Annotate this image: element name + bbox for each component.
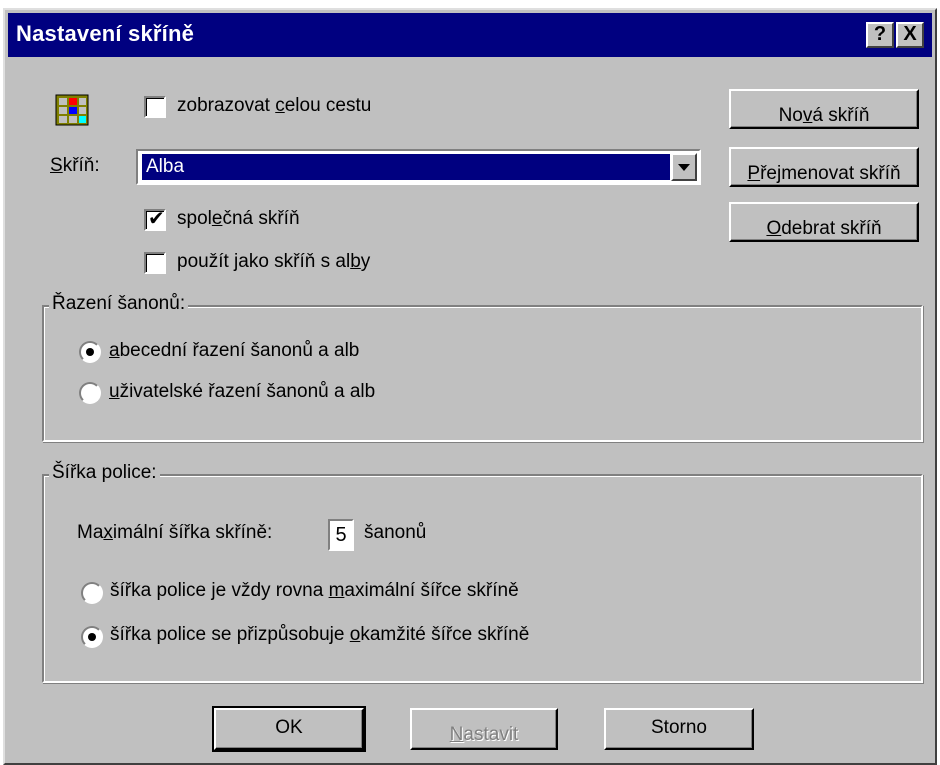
shelf-width-group-title: Šířka police: bbox=[49, 462, 160, 484]
show-full-path-label[interactable]: zobrazovat celou cestu bbox=[177, 95, 371, 117]
cabinet-icon bbox=[55, 94, 89, 126]
width-adapt-label[interactable]: šířka police se přizpůsobuje okamžité ší… bbox=[110, 624, 529, 646]
cabinet-select-value[interactable]: Alba bbox=[142, 154, 670, 180]
shelf-width-group bbox=[42, 474, 923, 683]
cabinet-label: Skříň: bbox=[50, 155, 100, 176]
show-full-path-checkbox[interactable] bbox=[144, 96, 166, 118]
width-always-max-radio[interactable] bbox=[81, 582, 103, 604]
chevron-down-icon bbox=[678, 164, 690, 171]
cabinet-select[interactable]: Alba bbox=[136, 149, 701, 185]
sort-user-defined-label[interactable]: uživatelské řazení šanonů a alb bbox=[109, 381, 375, 403]
dialog-title: Nastavení skříně bbox=[16, 21, 195, 46]
sort-user-defined-radio[interactable] bbox=[79, 382, 101, 404]
help-button[interactable]: ? bbox=[866, 22, 894, 48]
rename-cabinet-button[interactable]: Přejmenovat skříň bbox=[729, 147, 919, 187]
sort-alphabetical-radio[interactable] bbox=[79, 341, 101, 363]
apply-button[interactable]: Nastavit bbox=[410, 708, 558, 750]
ok-button[interactable]: OK bbox=[212, 706, 366, 752]
use-as-album-cabinet-checkbox[interactable] bbox=[144, 252, 166, 274]
title-bar[interactable]: Nastavení skříně ? X bbox=[8, 13, 932, 57]
use-as-album-cabinet-label[interactable]: použít jako skříň s alby bbox=[177, 251, 370, 273]
cabinet-select-arrow[interactable] bbox=[671, 153, 697, 181]
sorting-group bbox=[42, 305, 923, 442]
new-cabinet-button[interactable]: Nová skříň bbox=[729, 89, 919, 129]
cancel-button[interactable]: Storno bbox=[604, 708, 754, 750]
width-always-max-label[interactable]: šířka police je vždy rovna maximální šíř… bbox=[110, 580, 519, 602]
shared-cabinet-label[interactable]: společná skříň bbox=[177, 208, 300, 230]
shared-cabinet-checkbox[interactable]: ✔ bbox=[144, 208, 166, 231]
sort-alphabetical-label[interactable]: abecední řazení šanonů a alb bbox=[109, 340, 359, 362]
max-width-unit: šanonů bbox=[364, 522, 427, 543]
max-width-input[interactable]: 5 bbox=[328, 519, 354, 551]
close-button[interactable]: X bbox=[896, 22, 924, 48]
width-adapt-radio[interactable] bbox=[81, 626, 103, 648]
remove-cabinet-button[interactable]: Odebrat skříň bbox=[729, 202, 919, 242]
help-icon: ? bbox=[873, 23, 887, 45]
check-icon: ✔ bbox=[148, 208, 165, 230]
settings-dialog: Nastavení skříně ? X zobrazovat celou ce… bbox=[3, 8, 937, 765]
close-icon: X bbox=[903, 23, 917, 45]
sorting-group-title: Řazení šanonů: bbox=[49, 293, 189, 315]
max-width-label: Maximální šířka skříně: bbox=[77, 522, 273, 543]
